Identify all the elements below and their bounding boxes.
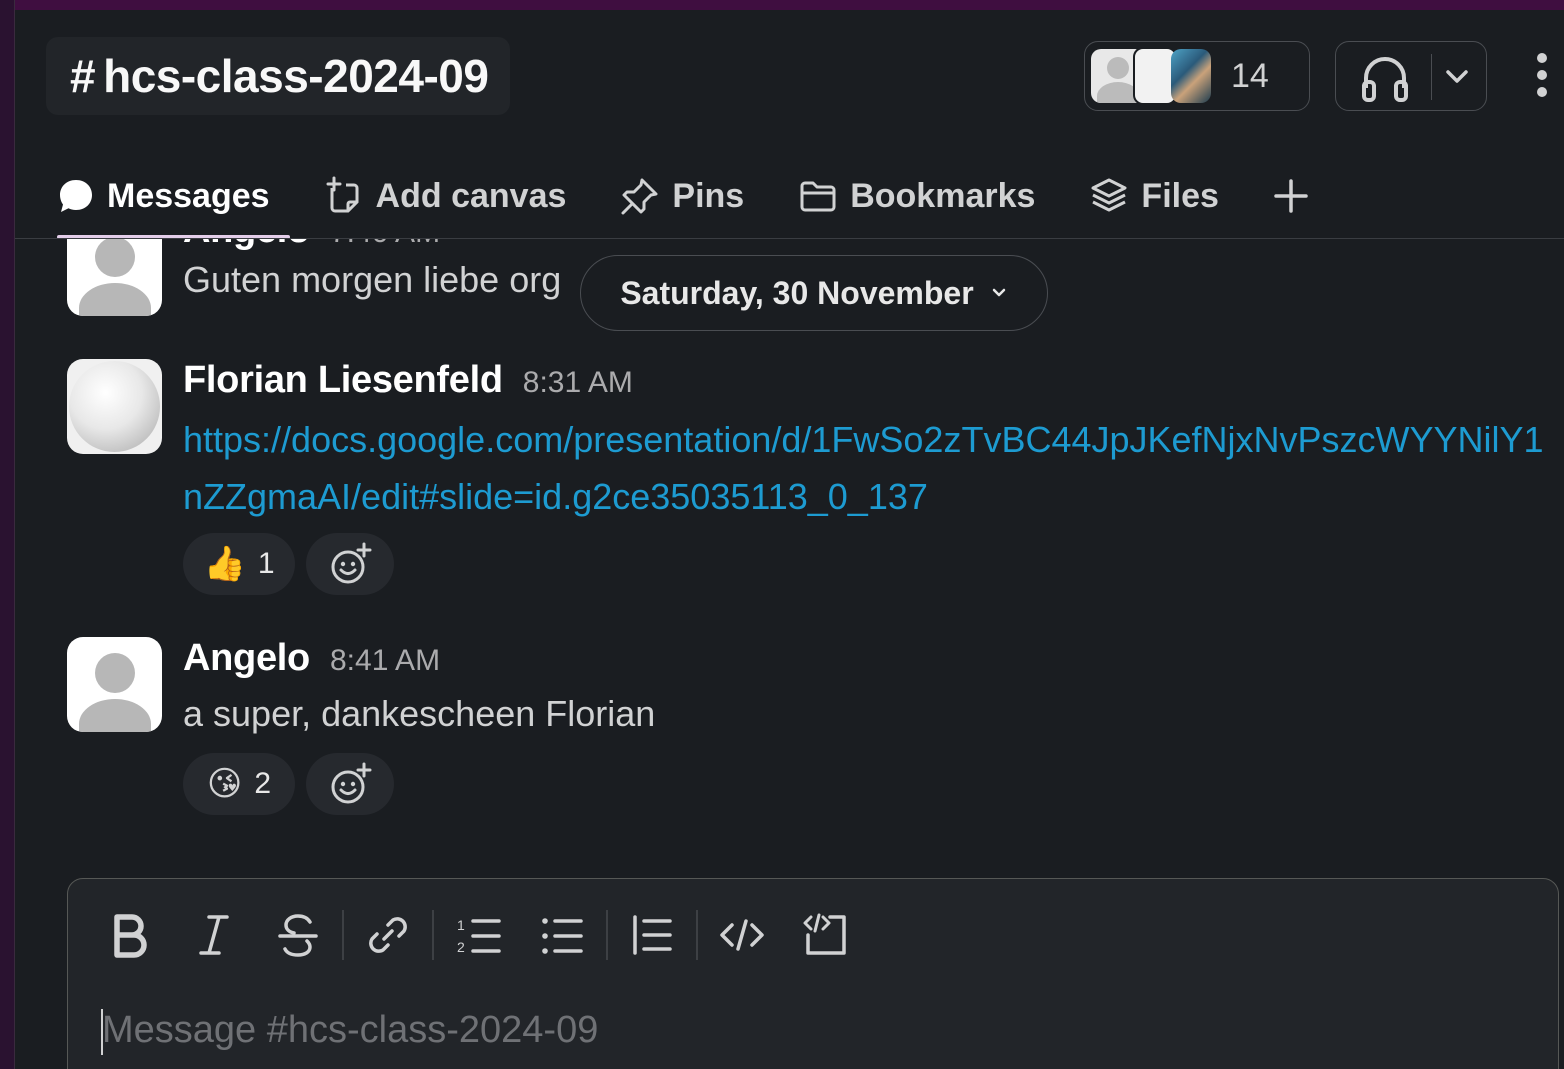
message-composer: 1 2 Message #hcs-class-2024-09 <box>67 878 1559 1069</box>
message-author[interactable]: Florian Liesenfeld <box>183 359 503 402</box>
blockquote-icon <box>633 915 672 955</box>
slack-window: # hcs-class-2024-09 14 Messages Add canv… <box>0 0 1564 1069</box>
bold-icon <box>114 914 147 958</box>
channel-tabs: Messages Add canvas Pins Bookmarks Files <box>57 165 1375 239</box>
channel-hash: # <box>70 50 96 102</box>
kissing-face-emoji: 😘 <box>206 764 243 804</box>
tab-label: Files <box>1141 176 1219 215</box>
pin-icon <box>621 178 658 215</box>
channel-name-button[interactable]: # hcs-class-2024-09 <box>46 37 511 115</box>
add-emoji-icon <box>331 762 372 804</box>
tab-label: Add canvas <box>375 176 567 215</box>
headphones-icon[interactable] <box>1360 54 1410 107</box>
message-input[interactable]: Message #hcs-class-2024-09 <box>102 1009 598 1052</box>
tab-bookmarks[interactable]: Bookmarks <box>798 165 1035 227</box>
svg-text:2: 2 <box>457 939 465 955</box>
canvas-icon <box>326 176 359 213</box>
layers-icon <box>1091 178 1127 212</box>
tab-add-plus[interactable] <box>1273 165 1321 227</box>
message-link[interactable]: https://docs.google.com/presentation/d/1… <box>183 411 1553 525</box>
message-author[interactable]: Angelo <box>183 239 310 252</box>
reaction-count: 1 <box>257 547 275 580</box>
message-timestamp[interactable]: 8:31 AM <box>523 366 633 400</box>
message-author[interactable]: Angelo <box>183 637 310 680</box>
bulleted-list-icon <box>542 918 583 954</box>
tab-label: Bookmarks <box>850 176 1036 215</box>
chevron-down-icon <box>992 288 1005 297</box>
add-reaction-button[interactable] <box>306 753 394 815</box>
message-icon <box>60 180 92 212</box>
blockquote-button[interactable] <box>620 903 684 967</box>
message-text: Guten morgen liebe org <box>183 259 562 300</box>
tab-label: Messages <box>107 176 270 215</box>
workspace-sidebar-edge <box>0 0 15 1069</box>
message-header: Florian Liesenfeld 8:31 AM <box>183 359 633 402</box>
channel-view: # hcs-class-2024-09 14 Messages Add canv… <box>15 10 1564 1069</box>
more-options-icon[interactable] <box>1533 50 1551 105</box>
strikethrough-icon <box>278 914 318 957</box>
toolbar-separator <box>432 910 434 960</box>
code-block-icon <box>803 913 846 955</box>
thumbs-up-emoji: 👍 <box>203 544 246 584</box>
add-reaction-button[interactable] <box>306 533 394 595</box>
code-icon <box>720 919 764 951</box>
add-emoji-icon <box>331 542 372 584</box>
tab-messages[interactable]: Messages <box>57 165 290 239</box>
avatar[interactable] <box>67 637 162 732</box>
message-header: Angelo 8:41 AM <box>183 637 440 680</box>
tab-label: Pins <box>672 176 745 215</box>
member-avatar <box>1171 49 1211 103</box>
channel-name: hcs-class-2024-09 <box>103 50 489 102</box>
message-header: Angelo 7:40 AM <box>183 239 440 252</box>
formatting-toolbar: 1 2 <box>98 903 878 967</box>
link-button[interactable] <box>356 903 420 967</box>
date-divider-label: Saturday, 30 November <box>620 274 974 311</box>
avatar[interactable] <box>67 239 162 316</box>
code-button[interactable] <box>710 903 774 967</box>
reaction-pill[interactable]: 😘 2 <box>183 753 295 815</box>
italic-icon <box>199 915 229 955</box>
tab-files[interactable]: Files <box>1089 165 1219 227</box>
toolbar-separator <box>696 910 698 960</box>
folder-icon <box>800 181 836 212</box>
huddle-divider <box>1431 54 1432 100</box>
toolbar-separator <box>342 910 344 960</box>
avatar[interactable] <box>67 359 162 454</box>
toolbar-separator <box>606 910 608 960</box>
tab-pins[interactable]: Pins <box>620 165 744 227</box>
ordered-list-button[interactable]: 1 2 <box>446 903 510 967</box>
message-list: Angelo 7:40 AM Guten morgen liebe org Fl… <box>15 239 1564 859</box>
bold-button[interactable] <box>98 903 162 967</box>
date-divider-button[interactable]: Saturday, 30 November <box>580 255 1048 331</box>
member-count: 14 <box>1231 56 1269 95</box>
message-timestamp[interactable]: 7:40 AM <box>330 239 440 250</box>
reaction-pill[interactable]: 👍 1 <box>183 533 295 595</box>
plus-icon <box>1274 179 1308 213</box>
ordered-list-icon: 1 2 <box>457 917 501 955</box>
bulleted-list-button[interactable] <box>530 903 594 967</box>
message-text: a super, dankescheen Florian <box>183 693 656 734</box>
svg-text:1: 1 <box>457 917 465 933</box>
reaction-count: 2 <box>254 767 272 800</box>
strikethrough-button[interactable] <box>266 903 330 967</box>
huddle-button[interactable] <box>1335 41 1487 111</box>
workspace-top-bar <box>0 0 1564 10</box>
link-icon <box>369 917 407 953</box>
tab-add-canvas[interactable]: Add canvas <box>324 165 567 227</box>
code-block-button[interactable] <box>794 903 858 967</box>
channel-members-button[interactable]: 14 <box>1084 41 1310 111</box>
italic-button[interactable] <box>182 903 246 967</box>
message-timestamp[interactable]: 8:41 AM <box>330 644 440 678</box>
chevron-down-icon[interactable] <box>1444 64 1470 95</box>
